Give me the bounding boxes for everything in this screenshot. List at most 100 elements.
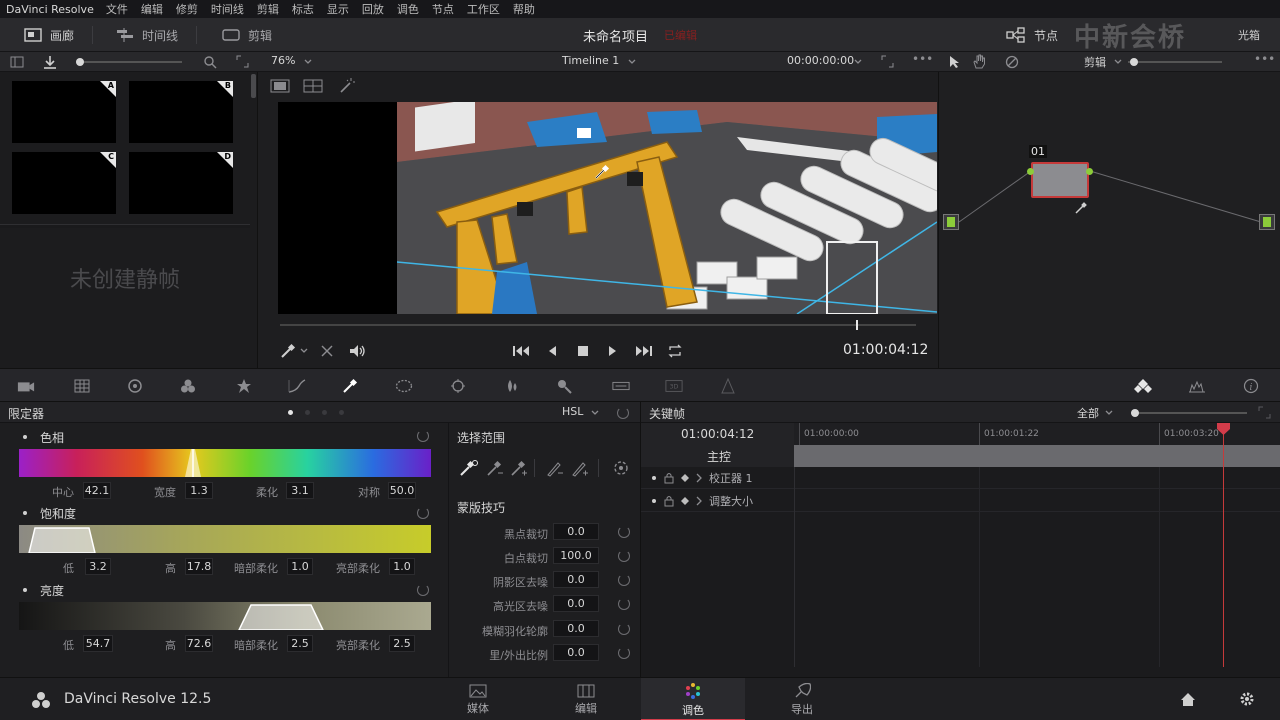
picker-minus-icon[interactable] bbox=[486, 459, 504, 477]
more-options-icon[interactable]: ••• bbox=[1254, 52, 1275, 66]
close-icon[interactable] bbox=[321, 345, 333, 357]
home-icon[interactable] bbox=[1180, 692, 1196, 707]
sat-high-field[interactable]: 17.8 bbox=[185, 558, 213, 575]
menu-workspace[interactable]: 工作区 bbox=[467, 1, 500, 17]
nav-media[interactable]: 媒体 bbox=[426, 678, 530, 720]
play-icon[interactable] bbox=[608, 345, 618, 357]
timeline-button[interactable]: 时间线 bbox=[116, 18, 178, 52]
keyframe-playhead[interactable] bbox=[1223, 431, 1224, 667]
play-reverse-icon[interactable] bbox=[547, 345, 557, 357]
chevron-down-icon[interactable] bbox=[300, 348, 308, 354]
sat-highsoft-field[interactable]: 1.0 bbox=[389, 558, 415, 575]
stereo-icon[interactable] bbox=[719, 377, 737, 395]
menu-color[interactable]: 调色 bbox=[397, 1, 419, 17]
search-icon[interactable] bbox=[203, 55, 217, 69]
menu-playback[interactable]: 回放 bbox=[362, 1, 384, 17]
single-viewer-icon[interactable] bbox=[270, 79, 290, 93]
hue-center-field[interactable]: 42.1 bbox=[83, 482, 111, 499]
menu-view[interactable]: 显示 bbox=[327, 1, 349, 17]
keyframe-track-row[interactable]: 校正器 1 bbox=[641, 467, 1280, 489]
lum-lowsoft-field[interactable]: 2.5 bbox=[287, 635, 313, 652]
color-wheels-icon[interactable] bbox=[126, 377, 144, 395]
page-indicator[interactable] bbox=[339, 410, 344, 415]
hand-icon[interactable] bbox=[972, 54, 986, 69]
hue-selection-marker[interactable] bbox=[185, 449, 201, 477]
reset-icon[interactable] bbox=[417, 507, 429, 519]
bypass-icon[interactable] bbox=[1005, 55, 1019, 69]
sat-low-field[interactable]: 3.2 bbox=[85, 558, 111, 575]
menu-timeline[interactable]: 时间线 bbox=[211, 1, 244, 17]
luminance-selection-marker[interactable] bbox=[237, 602, 327, 630]
menu-mark[interactable]: 标志 bbox=[292, 1, 314, 17]
still-thumbnail[interactable]: A bbox=[12, 81, 116, 143]
reset-icon[interactable] bbox=[417, 584, 429, 596]
menu-edit[interactable]: 编辑 bbox=[141, 1, 163, 17]
reset-icon[interactable] bbox=[618, 550, 630, 562]
menu-help[interactable]: 帮助 bbox=[513, 1, 535, 17]
node-editor[interactable]: 01 bbox=[938, 72, 1280, 368]
hue-soft-field[interactable]: 3.1 bbox=[286, 482, 314, 499]
output-node[interactable] bbox=[1259, 214, 1275, 230]
saturation-range-bar[interactable] bbox=[19, 525, 431, 553]
picker-plus-icon[interactable] bbox=[510, 459, 528, 477]
scrub-bar[interactable] bbox=[280, 320, 916, 330]
keyframe-track-row[interactable]: 调整大小 bbox=[641, 490, 1280, 512]
reset-icon[interactable] bbox=[617, 407, 629, 419]
audio-icon[interactable] bbox=[349, 344, 367, 358]
gallery-scrollbar[interactable] bbox=[251, 74, 256, 98]
still-thumbnail[interactable]: C bbox=[12, 152, 116, 214]
master-track-bar[interactable] bbox=[794, 445, 1280, 467]
chevron-right-icon[interactable] bbox=[696, 496, 702, 506]
camera-raw-icon[interactable] bbox=[17, 377, 35, 395]
zoom-dropdown[interactable]: 76% bbox=[271, 54, 295, 67]
node-mode-dropdown[interactable]: 剪辑 bbox=[1084, 54, 1106, 70]
qualifier-mode-dropdown[interactable]: HSL bbox=[562, 405, 583, 418]
feather-plus-icon[interactable] bbox=[571, 459, 589, 477]
node-output-port[interactable] bbox=[1086, 168, 1093, 175]
lum-highsoft-field[interactable]: 2.5 bbox=[389, 635, 415, 652]
corrector-node[interactable] bbox=[1031, 162, 1089, 198]
sat-lowsoft-field[interactable]: 1.0 bbox=[287, 558, 313, 575]
color-match-icon[interactable] bbox=[73, 377, 91, 395]
motion-effects-icon[interactable] bbox=[235, 377, 253, 395]
keyframe-diamond-icon[interactable] bbox=[681, 497, 689, 505]
node-input-port[interactable] bbox=[1027, 168, 1034, 175]
gallery-button[interactable]: 画廊 bbox=[24, 18, 74, 52]
blur-icon[interactable] bbox=[503, 377, 521, 395]
menu-clip[interactable]: 剪辑 bbox=[257, 1, 279, 17]
still-thumbnail[interactable]: B bbox=[129, 81, 233, 143]
stop-icon[interactable] bbox=[577, 345, 589, 357]
page-indicator[interactable] bbox=[322, 410, 327, 415]
source-input-node[interactable] bbox=[943, 214, 959, 230]
source-timecode[interactable]: 00:00:00:00 bbox=[787, 54, 854, 67]
magic-wand-icon[interactable] bbox=[338, 77, 356, 95]
key-icon[interactable] bbox=[556, 377, 574, 395]
split-viewer-icon[interactable] bbox=[303, 79, 323, 93]
nodes-button[interactable]: 节点 bbox=[1006, 18, 1058, 52]
tracker-icon[interactable] bbox=[449, 377, 467, 395]
nav-edit[interactable]: 编辑 bbox=[534, 678, 638, 720]
keyframe-zoom-slider[interactable] bbox=[1131, 409, 1247, 417]
hue-width-field[interactable]: 1.3 bbox=[185, 482, 213, 499]
reset-icon[interactable] bbox=[618, 526, 630, 538]
page-indicator-active[interactable] bbox=[288, 410, 293, 415]
menu-nodes[interactable]: 节点 bbox=[432, 1, 454, 17]
more-options-icon[interactable]: ••• bbox=[912, 52, 933, 66]
slider-handle[interactable] bbox=[1130, 58, 1138, 66]
hue-sym-field[interactable]: 50.0 bbox=[388, 482, 416, 499]
lock-icon[interactable] bbox=[664, 472, 674, 484]
timeline-selector[interactable]: Timeline 1 bbox=[562, 54, 619, 67]
matte-row-field[interactable]: 0.0 bbox=[553, 523, 599, 540]
pointer-icon[interactable] bbox=[948, 55, 960, 69]
nav-color[interactable]: 调色 bbox=[641, 678, 745, 720]
clips-button[interactable]: 剪辑 bbox=[222, 18, 272, 52]
slider-handle[interactable] bbox=[1131, 409, 1139, 417]
matte-row-field[interactable]: 0.0 bbox=[553, 571, 599, 588]
skip-forward-icon[interactable] bbox=[635, 345, 653, 357]
keyframe-palette-icon[interactable] bbox=[1134, 377, 1152, 395]
thumb-size-slider[interactable] bbox=[76, 58, 182, 66]
reset-icon[interactable] bbox=[618, 574, 630, 586]
nav-deliver[interactable]: 导出 bbox=[750, 678, 854, 720]
keyframes-filter-dropdown[interactable]: 全部 bbox=[1077, 405, 1099, 421]
grab-still-icon[interactable] bbox=[42, 55, 58, 69]
